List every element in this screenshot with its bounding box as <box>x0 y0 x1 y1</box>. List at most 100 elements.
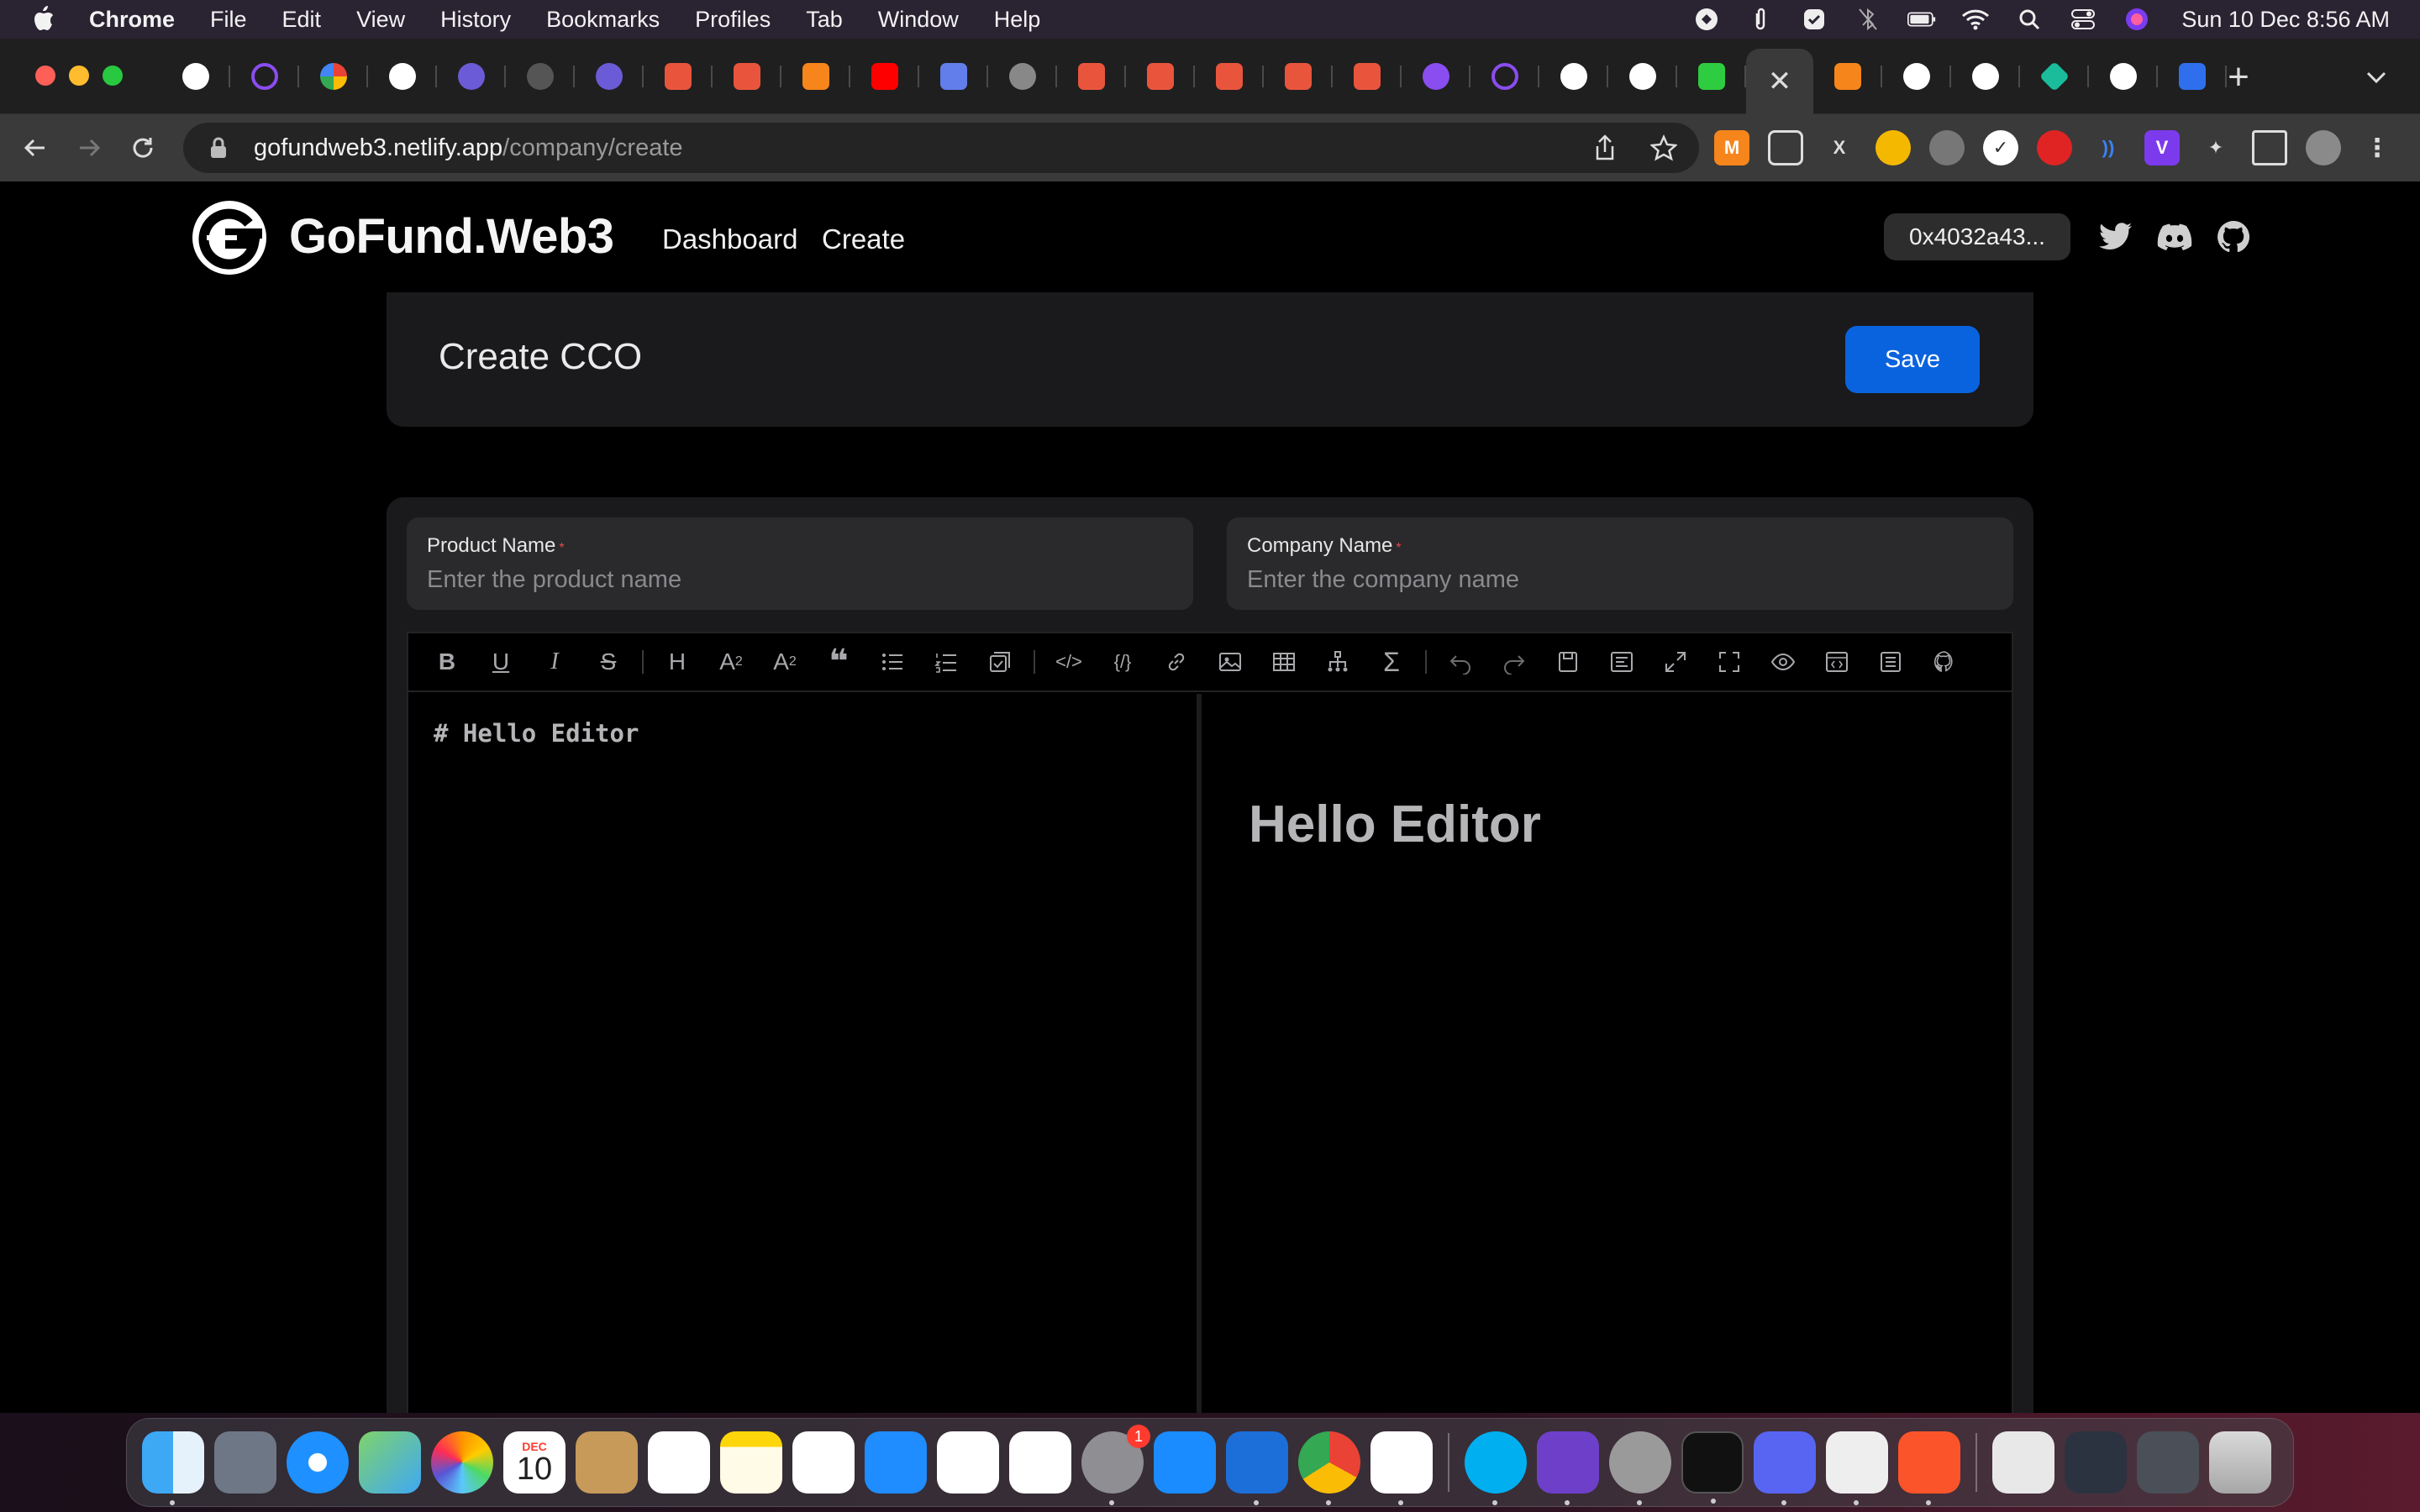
profile-avatar[interactable] <box>2306 130 2341 165</box>
textedit-icon[interactable] <box>1826 1431 1888 1505</box>
browser-tab[interactable] <box>368 47 437 106</box>
terminal-icon[interactable] <box>1681 1431 1744 1504</box>
notes-icon[interactable] <box>720 1431 782 1494</box>
document-stack-icon[interactable] <box>1992 1431 2054 1494</box>
chrome-icon[interactable] <box>1298 1431 1360 1505</box>
reload-button[interactable] <box>119 124 166 171</box>
browser-tab[interactable] <box>506 47 575 106</box>
safari-icon[interactable] <box>287 1431 349 1494</box>
side-panel-icon[interactable] <box>2252 130 2287 165</box>
pin-extension-icon[interactable] <box>1876 130 1911 165</box>
more-menu-icon[interactable]: ⋮ <box>2360 130 2395 165</box>
link-icon[interactable] <box>1150 638 1203 685</box>
github-icon[interactable] <box>2215 218 2252 255</box>
vim-extension-icon[interactable]: V <box>2144 130 2180 165</box>
subscript-icon[interactable]: A2 <box>704 638 758 685</box>
menu-edit[interactable]: Edit <box>282 7 322 33</box>
menu-help[interactable]: Help <box>994 7 1041 33</box>
whatsapp-icon[interactable] <box>1609 1431 1671 1505</box>
undo-icon[interactable] <box>1434 638 1487 685</box>
twitter-icon[interactable] <box>2097 218 2134 255</box>
skype-icon[interactable] <box>1465 1431 1527 1505</box>
maps-icon[interactable] <box>359 1431 421 1494</box>
browser-tab[interactable] <box>2020 47 2089 106</box>
metamask-extension-icon[interactable]: M <box>1714 130 1749 165</box>
address-bar[interactable]: gofundweb3.netlify.app/company/create <box>183 123 1699 173</box>
browser-tab[interactable] <box>1951 47 2020 106</box>
github-desktop-icon[interactable] <box>1537 1431 1599 1505</box>
bulleted-list-icon[interactable] <box>865 638 919 685</box>
menu-file[interactable]: File <box>210 7 247 33</box>
discord-app-icon[interactable] <box>1754 1431 1816 1505</box>
wave-extension-icon[interactable]: )) <box>2091 130 2126 165</box>
browser-tab[interactable] <box>1882 47 1951 106</box>
menu-profiles[interactable]: Profiles <box>695 7 771 33</box>
catalog-icon[interactable] <box>1864 638 1918 685</box>
wifi-icon[interactable] <box>1961 7 1990 32</box>
new-tab-button[interactable]: + <box>2215 54 2262 101</box>
xcode-icon[interactable] <box>1226 1431 1288 1505</box>
preview-eye-icon[interactable] <box>1756 638 1810 685</box>
expand-icon[interactable] <box>1649 638 1702 685</box>
launchpad-icon[interactable] <box>214 1431 276 1494</box>
code-block-icon[interactable]: {/} <box>1096 638 1150 685</box>
puzzle-extensions-icon[interactable]: ✦ <box>2198 130 2233 165</box>
browser-tab[interactable] <box>1539 47 1608 106</box>
browser-tab[interactable] <box>919 47 988 106</box>
fullscreen-icon[interactable] <box>1702 638 1756 685</box>
browser-tab[interactable] <box>1470 47 1539 106</box>
back-button[interactable] <box>12 124 59 171</box>
redo-icon[interactable] <box>1487 638 1541 685</box>
nav-link-dashboard[interactable]: Dashboard <box>662 223 797 255</box>
trash-icon[interactable] <box>2209 1431 2271 1494</box>
apple-logo-icon[interactable] <box>30 5 55 34</box>
browser-tab[interactable] <box>644 47 713 106</box>
menu-bookmarks[interactable]: Bookmarks <box>546 7 660 33</box>
reminders-icon[interactable] <box>648 1431 710 1494</box>
numbered-list-icon[interactable] <box>919 638 973 685</box>
window-maximize-button[interactable] <box>103 66 123 86</box>
italic-icon[interactable]: I <box>528 638 581 685</box>
menu-window[interactable]: Window <box>878 7 959 33</box>
browser-tab[interactable] <box>299 47 368 106</box>
downloads-stack-icon[interactable] <box>2137 1431 2199 1494</box>
window-close-button[interactable] <box>35 66 55 86</box>
wallet-address-button[interactable]: 0x4032a43... <box>1884 213 2070 260</box>
check-extension-icon[interactable]: ✓ <box>1983 130 2018 165</box>
table-icon[interactable] <box>1257 638 1311 685</box>
browser-tab[interactable] <box>1057 47 1126 106</box>
bold-icon[interactable]: B <box>420 638 474 685</box>
screenshot-extension-icon[interactable] <box>1768 130 1803 165</box>
browser-tab[interactable] <box>161 47 230 106</box>
translate-extension-icon[interactable]: X <box>1822 130 1857 165</box>
browser-tab[interactable] <box>1126 47 1195 106</box>
share-icon[interactable] <box>1593 134 1617 161</box>
browser-tab[interactable] <box>1195 47 1264 106</box>
nav-link-create[interactable]: Create <box>822 223 905 255</box>
contacts-icon[interactable] <box>576 1431 638 1494</box>
bookmark-star-icon[interactable] <box>1650 134 1677 161</box>
battery-icon[interactable] <box>1907 7 1936 32</box>
app-store-icon[interactable] <box>1154 1431 1216 1494</box>
gofund-logo-icon[interactable] <box>190 198 269 277</box>
browser-tab[interactable] <box>781 47 850 106</box>
discord-icon[interactable] <box>2156 218 2193 255</box>
status-app-icon[interactable] <box>1692 7 1721 32</box>
browser-tab[interactable] <box>575 47 644 106</box>
superscript-icon[interactable]: A2 <box>758 638 812 685</box>
cloud-extension-icon[interactable] <box>1929 130 1965 165</box>
brave-icon[interactable] <box>1898 1431 1960 1505</box>
browser-tab[interactable] <box>1677 47 1746 106</box>
calendar-icon[interactable]: DEC 10 <box>503 1431 566 1494</box>
company-name-field[interactable]: Company Name * <box>1227 517 2013 610</box>
keynote-icon[interactable] <box>865 1431 927 1494</box>
task-list-icon[interactable] <box>973 638 1027 685</box>
product-name-field[interactable]: Product Name * <box>407 517 1193 610</box>
underline-icon[interactable]: U <box>474 638 528 685</box>
formula-sigma-icon[interactable]: Σ <box>1365 638 1418 685</box>
screenshots-stack-icon[interactable] <box>2065 1431 2127 1494</box>
search-icon[interactable] <box>2015 7 2044 32</box>
heading-icon[interactable]: H <box>650 638 704 685</box>
lock-icon[interactable] <box>208 136 229 160</box>
product-name-input[interactable] <box>427 566 1173 594</box>
